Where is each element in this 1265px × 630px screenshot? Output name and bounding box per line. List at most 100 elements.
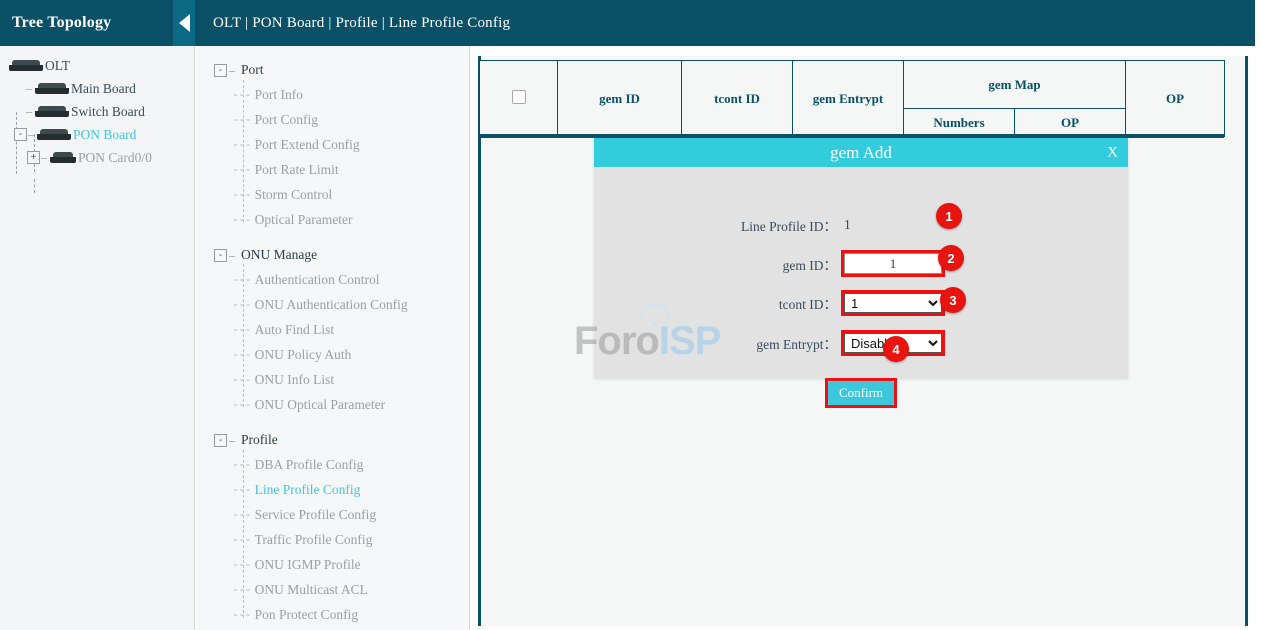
table-header-gem-entrypt: gem Entrypt — [793, 61, 904, 137]
menu-item-onu-igmp-profile[interactable]: --- ONU IGMP Profile — [196, 552, 469, 577]
menu-item-line-profile-config[interactable]: --- Line Profile Config — [196, 477, 469, 502]
device-icon — [35, 106, 69, 117]
menu-item-port-info[interactable]: --- Port Info — [196, 82, 469, 107]
menu-item-label: Port Info — [255, 87, 303, 103]
table-header-gem-map-numbers: Numbers — [904, 109, 1015, 137]
menu-branch-icon: --- — [232, 558, 251, 572]
tree-node-pon-card[interactable]: + – PON Card0/0 — [0, 146, 194, 169]
caret-left-glyph — [179, 14, 190, 32]
menu-item-onu-policy-auth[interactable]: --- ONU Policy Auth — [196, 342, 469, 367]
menu-group-profile[interactable]: - – Profile — [196, 428, 469, 452]
menu-item-auto-find-list[interactable]: --- Auto Find List — [196, 317, 469, 342]
tree-node-switch-board[interactable]: – Switch Board — [0, 100, 194, 123]
menu-item-dba-profile-config[interactable]: --- DBA Profile Config — [196, 452, 469, 477]
navigation-menu-panel: - – Port --- Port Info --- Port Config -… — [196, 46, 470, 630]
menu-branch-icon: --- — [232, 88, 251, 102]
menu-item-onu-info-list[interactable]: --- ONU Info List — [196, 367, 469, 392]
topbar-right-strip — [1255, 0, 1265, 46]
menu-group-port[interactable]: - – Port — [196, 58, 469, 82]
menu-group-onu-manage[interactable]: - – ONU Manage — [196, 243, 469, 267]
step-badge-2: 2 — [938, 245, 964, 271]
field-row-gem-entrypt: gem Entrypt： Disable Enable — [594, 333, 1128, 353]
menu-item-service-profile-config[interactable]: --- Service Profile Config — [196, 502, 469, 527]
menu-group-label: Port — [241, 62, 264, 78]
close-icon[interactable]: X — [1107, 144, 1118, 161]
tcont-id-label: tcont ID： — [594, 293, 844, 313]
collapse-expander-icon[interactable]: - — [14, 128, 27, 141]
tcont-id-select[interactable]: 1 — [844, 293, 942, 313]
field-row-tcont-id: tcont ID： 1 — [594, 293, 1128, 313]
menu-item-label: ONU Authentication Config — [255, 297, 408, 313]
step-badge-3: 3 — [940, 287, 966, 313]
menu-group-label: Profile — [241, 432, 278, 448]
menu-item-storm-control[interactable]: --- Storm Control — [196, 182, 469, 207]
collapse-expander-icon[interactable]: - — [214, 434, 227, 447]
step-badge-1: 1 — [936, 203, 962, 229]
menu-branch-icon: --- — [232, 188, 251, 202]
collapse-expander-icon[interactable]: - — [214, 64, 227, 77]
tree-node-olt[interactable]: OLT — [0, 54, 194, 77]
gem-id-input[interactable] — [844, 253, 942, 274]
menu-item-label: Optical Parameter — [255, 212, 353, 228]
gem-id-label: gem ID： — [594, 254, 844, 274]
menu-branch-icon: --- — [232, 138, 251, 152]
tree-node-label: Main Board — [71, 81, 136, 97]
menu-item-label: Port Config — [255, 112, 318, 128]
dialog-footer: Confirm — [594, 381, 1128, 405]
menu-group-label: ONU Manage — [241, 247, 317, 263]
gem-table-element: gem ID tcont ID gem Entrypt gem Map OP N… — [479, 60, 1225, 137]
menu-item-label: ONU Optical Parameter — [255, 397, 385, 413]
menu-item-label: Port Rate Limit — [255, 162, 339, 178]
tree-node-pon-board[interactable]: - – PON Board — [0, 123, 194, 146]
table-header-op: OP — [1126, 61, 1225, 137]
navigation-menu-list: - – Port --- Port Info --- Port Config -… — [196, 46, 469, 627]
menu-item-onu-multicast-acl[interactable]: --- ONU Multicast ACL — [196, 577, 469, 602]
menu-branch-icon: --- — [232, 458, 251, 472]
menu-item-label: Pon Protect Config — [255, 607, 359, 623]
menu-branch-icon: --- — [232, 348, 251, 362]
menu-item-pon-protect-config[interactable]: --- Pon Protect Config — [196, 602, 469, 627]
menu-branch-icon: --- — [232, 273, 251, 287]
menu-branch-icon: --- — [232, 373, 251, 387]
menu-item-onu-optical-parameter[interactable]: --- ONU Optical Parameter — [196, 392, 469, 417]
collapse-expander-icon[interactable]: - — [214, 249, 227, 262]
menu-item-label: DBA Profile Config — [255, 457, 364, 473]
menu-item-optical-parameter[interactable]: --- Optical Parameter — [196, 207, 469, 232]
field-row-line-profile-id: Line Profile ID： 1 — [594, 215, 1128, 235]
menu-item-label: Line Profile Config — [255, 482, 361, 498]
menu-item-authentication-control[interactable]: --- Authentication Control — [196, 267, 469, 292]
menu-item-label: Storm Control — [255, 187, 333, 203]
menu-branch-icon: --- — [232, 323, 251, 337]
menu-branch-dash: – — [229, 63, 235, 78]
tree-branch-dash: – — [28, 127, 34, 142]
tree-panel-title: Tree Topology — [0, 14, 111, 32]
expand-expander-icon[interactable]: + — [27, 151, 40, 164]
menu-item-traffic-profile-config[interactable]: --- Traffic Profile Config — [196, 527, 469, 552]
tree-node-label: PON Board — [73, 127, 136, 143]
line-profile-id-label: Line Profile ID： — [594, 215, 844, 235]
menu-item-port-rate-limit[interactable]: --- Port Rate Limit — [196, 157, 469, 182]
menu-branch-dash: – — [229, 248, 235, 263]
menu-branch-icon: --- — [232, 163, 251, 177]
menu-item-onu-authentication-config[interactable]: --- ONU Authentication Config — [196, 292, 469, 317]
tree-node-main-board[interactable]: – Main Board — [0, 77, 194, 100]
top-breadcrumb-bar: OLT | PON Board | Profile | Line Profile… — [195, 0, 1255, 46]
menu-branch-icon: --- — [232, 508, 251, 522]
menu-connector — [243, 80, 244, 222]
menu-item-port-extend-config[interactable]: --- Port Extend Config — [196, 132, 469, 157]
menu-item-label: ONU Info List — [255, 372, 335, 388]
device-icon — [35, 83, 69, 94]
dialog-title: gem Add — [830, 143, 892, 163]
select-all-checkbox[interactable] — [512, 90, 526, 104]
caret-left-icon[interactable] — [173, 0, 195, 46]
menu-item-label: Traffic Profile Config — [255, 532, 373, 548]
gem-table: gem ID tcont ID gem Entrypt gem Map OP N… — [479, 60, 1224, 138]
confirm-button-wrap: Confirm — [828, 381, 894, 405]
menu-item-port-config[interactable]: --- Port Config — [196, 107, 469, 132]
table-header-select-all — [480, 61, 558, 137]
table-header-row: gem ID tcont ID gem Entrypt gem Map OP — [480, 61, 1225, 109]
field-row-gem-id: gem ID： — [594, 253, 1128, 274]
confirm-button[interactable]: Confirm — [828, 381, 894, 405]
tree-node-label: Switch Board — [71, 104, 145, 120]
table-header-tcont-id: tcont ID — [682, 61, 793, 137]
